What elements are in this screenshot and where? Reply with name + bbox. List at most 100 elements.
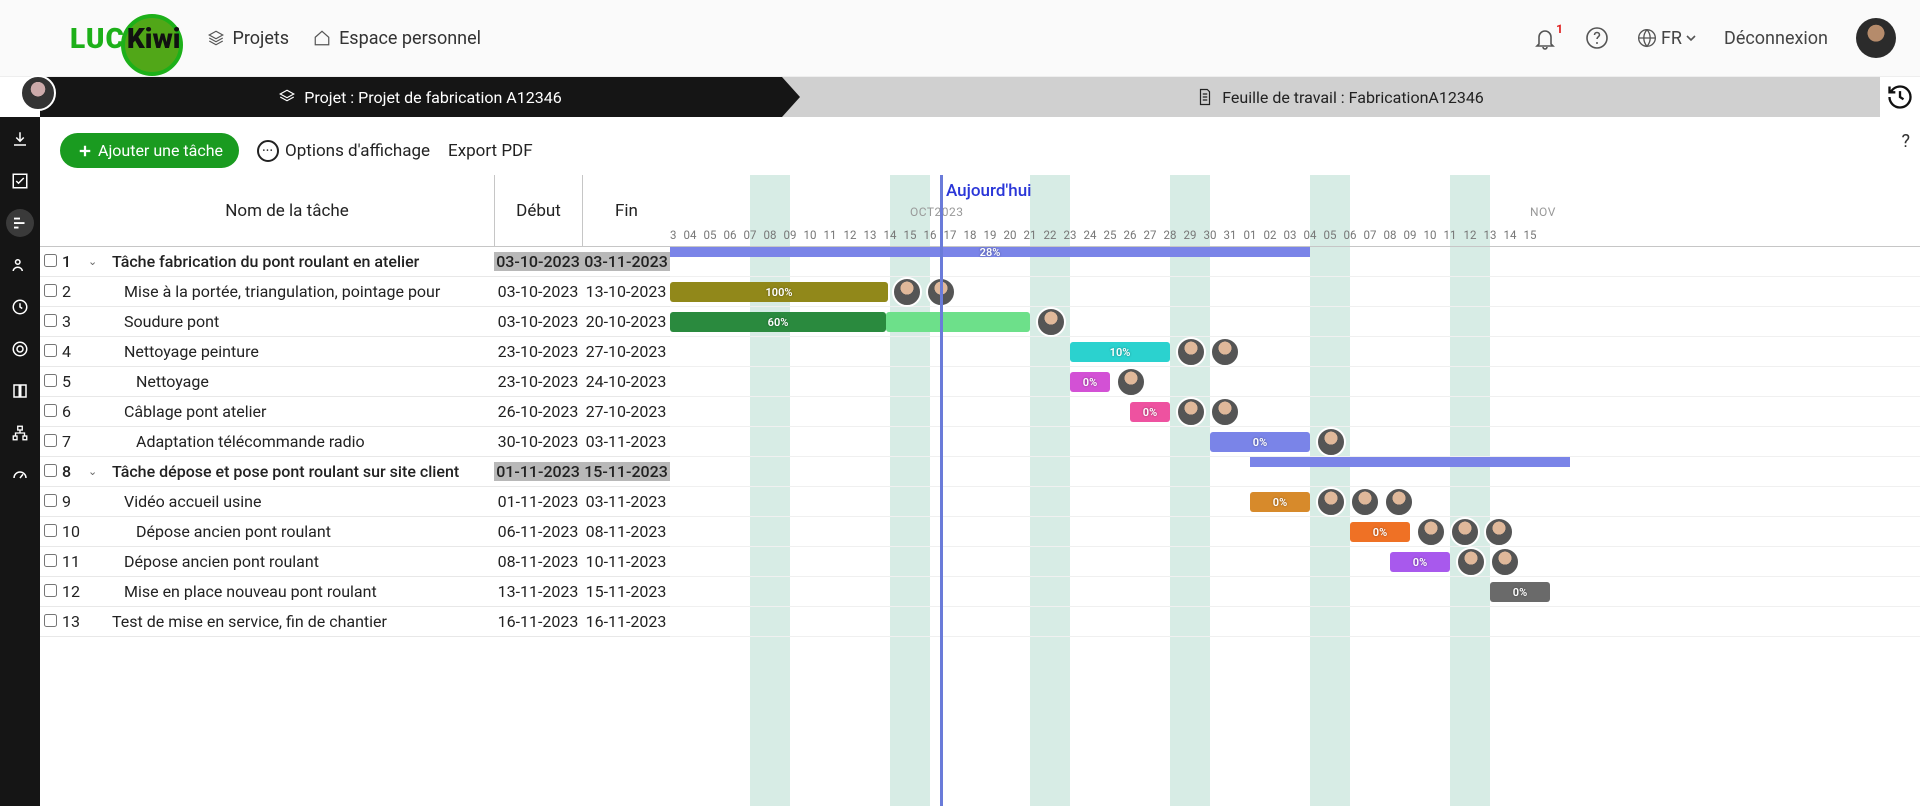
timeline-tick: 11: [1440, 228, 1460, 242]
gantt-task-bar[interactable]: 0%: [1130, 402, 1170, 422]
gantt-task-bar[interactable]: 0%: [1210, 432, 1310, 452]
rail-clock[interactable]: [6, 293, 34, 321]
rail-gantt[interactable]: [6, 209, 34, 237]
chevron-down-icon[interactable]: ⌄: [88, 465, 106, 478]
task-row[interactable]: 7Adaptation télécommande radio30-10-2023…: [40, 427, 670, 457]
task-row[interactable]: 9Vidéo accueil usine01-11-202303-11-2023: [40, 487, 670, 517]
signout-link[interactable]: Déconnexion: [1724, 28, 1828, 49]
assignee-avatar[interactable]: [1210, 337, 1240, 367]
task-checkbox[interactable]: [44, 284, 57, 297]
task-checkbox[interactable]: [44, 464, 57, 477]
page-help-button[interactable]: ?: [1901, 131, 1910, 152]
timeline-tick: 05: [1320, 228, 1340, 242]
gantt-summary-bar[interactable]: [1250, 457, 1570, 467]
gantt-summary-bar[interactable]: 28%: [670, 247, 1310, 257]
assignee-avatar[interactable]: [1316, 427, 1346, 457]
rail-people[interactable]: [6, 251, 34, 279]
gantt-task-bar[interactable]: 60%: [670, 312, 886, 332]
rail-check[interactable]: [6, 167, 34, 195]
assignee-avatar[interactable]: [1176, 337, 1206, 367]
assignee-avatar[interactable]: [1350, 487, 1380, 517]
task-row[interactable]: 11Dépose ancien pont roulant08-11-202310…: [40, 547, 670, 577]
rail-columns[interactable]: [6, 377, 34, 405]
task-checkbox[interactable]: [44, 614, 57, 627]
timeline-tick: 07: [1360, 228, 1380, 242]
assignee-avatar[interactable]: [1490, 547, 1520, 577]
task-row[interactable]: 5Nettoyage23-10-202324-10-2023: [40, 367, 670, 397]
task-checkbox[interactable]: [44, 524, 57, 537]
topbar-right: 1 FR Déconnexion: [1533, 18, 1896, 58]
gantt-task-bar[interactable]: 0%: [1070, 372, 1110, 392]
assignee-avatar[interactable]: [1416, 517, 1446, 547]
assignee-avatar[interactable]: [1176, 397, 1206, 427]
rail-target[interactable]: [6, 335, 34, 363]
task-checkbox[interactable]: [44, 344, 57, 357]
rail-download[interactable]: [6, 125, 34, 153]
timeline-tick: 29: [1180, 228, 1200, 242]
nav-personal-space[interactable]: Espace personnel: [313, 28, 481, 49]
topbar: LUC Kiwi Projets Espace personnel 1 FR D…: [0, 0, 1920, 77]
assignee-avatar[interactable]: [1210, 397, 1240, 427]
task-checkbox[interactable]: [44, 554, 57, 567]
gantt-task-bar[interactable]: [886, 312, 1030, 332]
task-row[interactable]: 12Mise en place nouveau pont roulant13-1…: [40, 577, 670, 607]
gantt-task-bar[interactable]: 0%: [1350, 522, 1410, 542]
project-breadcrumb[interactable]: Projet : Projet de fabrication A12346: [40, 88, 800, 107]
gantt-task-bar[interactable]: 100%: [670, 282, 888, 302]
display-options-button[interactable]: ••• Options d'affichage: [257, 140, 430, 162]
gantt-task-bar[interactable]: 10%: [1070, 342, 1170, 362]
task-checkbox[interactable]: [44, 404, 57, 417]
assignee-avatar[interactable]: [892, 277, 922, 307]
rail-gauge[interactable]: [6, 461, 34, 489]
task-checkbox[interactable]: [44, 254, 57, 267]
worksheet-breadcrumb[interactable]: Feuille de travail : FabricationA12346: [800, 88, 1880, 107]
task-row[interactable]: 3Soudure pont03-10-202320-10-2023: [40, 307, 670, 337]
task-name: Test de mise en service, fin de chantier: [106, 612, 494, 631]
assignee-avatar[interactable]: [1450, 517, 1480, 547]
add-task-button[interactable]: Ajouter une tâche: [60, 133, 239, 168]
task-name: Vidéo accueil usine: [106, 492, 494, 511]
help-button[interactable]: [1585, 26, 1609, 50]
task-end: 03-11-2023: [582, 432, 670, 451]
task-row[interactable]: 13Test de mise en service, fin de chanti…: [40, 607, 670, 637]
task-row[interactable]: 1⌄Tâche fabrication du pont roulant en a…: [40, 247, 670, 277]
chevron-down-icon[interactable]: ⌄: [88, 255, 106, 268]
assignee-avatar[interactable]: [1316, 487, 1346, 517]
task-row[interactable]: 2Mise à la portée, triangulation, pointa…: [40, 277, 670, 307]
task-row[interactable]: 10Dépose ancien pont roulant06-11-202308…: [40, 517, 670, 547]
logo[interactable]: LUC Kiwi: [70, 22, 181, 55]
task-end: 24-10-2023: [582, 372, 670, 391]
assignee-avatar[interactable]: [1384, 487, 1414, 517]
gantt-task-bar[interactable]: 0%: [1490, 582, 1550, 602]
assignee-avatar[interactable]: [1116, 367, 1146, 397]
task-row[interactable]: 4Nettoyage peinture23-10-202327-10-2023: [40, 337, 670, 367]
task-checkbox[interactable]: [44, 584, 57, 597]
timeline-tick: 31: [1220, 228, 1240, 242]
timeline-ticks: 0304050607080910111213141516171819202122…: [670, 223, 1920, 247]
task-checkbox[interactable]: [44, 434, 57, 447]
timeline-tick: 07: [740, 228, 760, 242]
task-checkbox[interactable]: [44, 374, 57, 387]
task-checkbox[interactable]: [44, 314, 57, 327]
rail-org[interactable]: [6, 419, 34, 447]
user-avatar[interactable]: [1856, 18, 1896, 58]
gauge-icon: [11, 466, 29, 484]
timeline[interactable]: Aujourd'hui OCT2023 NOV 0304050607080910…: [670, 175, 1920, 806]
assignee-avatar[interactable]: [1036, 307, 1066, 337]
history-button[interactable]: [1886, 83, 1914, 111]
nav-projects[interactable]: Projets: [207, 28, 290, 49]
task-row[interactable]: 8⌄Tâche dépose et pose pont roulant sur …: [40, 457, 670, 487]
notifications-button[interactable]: 1: [1533, 26, 1557, 50]
gantt-task-bar[interactable]: 0%: [1390, 552, 1450, 572]
clock-icon: [11, 298, 29, 316]
export-pdf-button[interactable]: Export PDF: [448, 141, 533, 161]
language-selector[interactable]: FR: [1637, 28, 1696, 49]
task-checkbox[interactable]: [44, 494, 57, 507]
timeline-tick: 19: [980, 228, 1000, 242]
assignee-avatar[interactable]: [1456, 547, 1486, 577]
assignee-avatar[interactable]: [1484, 517, 1514, 547]
task-row[interactable]: 6Câblage pont atelier26-10-202327-10-202…: [40, 397, 670, 427]
gantt-task-bar[interactable]: 0%: [1250, 492, 1310, 512]
timeline-tick: 08: [1380, 228, 1400, 242]
timeline-tick: 13: [1480, 228, 1500, 242]
